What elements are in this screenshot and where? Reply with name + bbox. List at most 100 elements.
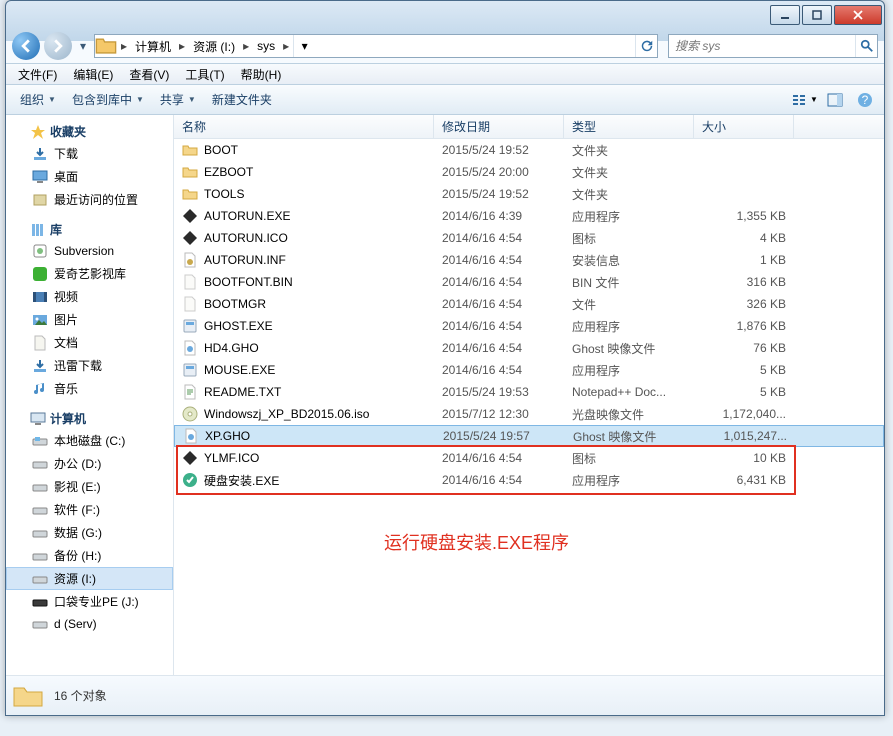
search-input[interactable]: [669, 39, 855, 53]
file-icon: [182, 362, 198, 378]
computer-icon: [30, 411, 46, 427]
file-size: 316 KB: [694, 275, 794, 289]
file-row[interactable]: AUTORUN.INF2014/6/16 4:54安装信息1 KB: [174, 249, 884, 271]
forward-button[interactable]: [44, 32, 72, 60]
file-row[interactable]: YLMF.ICO2014/6/16 4:54图标10 KB: [174, 447, 884, 469]
menu-edit[interactable]: 编辑(E): [65, 64, 121, 85]
file-row[interactable]: AUTORUN.ICO2014/6/16 4:54图标4 KB: [174, 227, 884, 249]
menu-file[interactable]: 文件(F): [10, 64, 65, 85]
organize-button[interactable]: 组织▼: [12, 88, 64, 111]
file-row[interactable]: XP.GHO2015/5/24 19:57Ghost 映像文件1,015,247…: [174, 425, 884, 447]
file-row[interactable]: Windowszj_XP_BD2015.06.iso2015/7/12 12:3…: [174, 403, 884, 425]
annotation-text: 运行硬盘安装.EXE程序: [384, 529, 569, 555]
breadcrumb-root-arrow[interactable]: ▸: [117, 35, 131, 57]
file-type: Ghost 映像文件: [564, 340, 694, 357]
sidebar-item-music[interactable]: 音乐: [6, 377, 173, 400]
include-in-library-button[interactable]: 包含到库中▼: [64, 88, 152, 111]
file-icon: [182, 384, 198, 400]
sidebar-item-drive-c[interactable]: 本地磁盘 (C:): [6, 429, 173, 452]
breadcrumb-arrow[interactable]: ▸: [239, 35, 253, 57]
navigation-pane[interactable]: 收藏夹 下载 桌面 最近访问的位置 库 Subversion 爱奇艺影视库 视频…: [6, 115, 174, 675]
menu-tools[interactable]: 工具(T): [177, 64, 232, 85]
file-row[interactable]: MOUSE.EXE2014/6/16 4:54应用程序5 KB: [174, 359, 884, 381]
file-icon: [182, 472, 198, 488]
sidebar-item-drive-f[interactable]: 软件 (F:): [6, 498, 173, 521]
column-name[interactable]: 名称: [174, 115, 434, 138]
column-date[interactable]: 修改日期: [434, 115, 564, 138]
pictures-icon: [32, 312, 48, 328]
column-type[interactable]: 类型: [564, 115, 694, 138]
sidebar-item-videos[interactable]: 视频: [6, 285, 173, 308]
sidebar-item-recent[interactable]: 最近访问的位置: [6, 188, 173, 211]
svn-icon: [32, 243, 48, 259]
back-button[interactable]: [12, 32, 40, 60]
share-button[interactable]: 共享▼: [152, 88, 204, 111]
sidebar-item-iqiyi[interactable]: 爱奇艺影视库: [6, 262, 173, 285]
file-row[interactable]: HD4.GHO2014/6/16 4:54Ghost 映像文件76 KB: [174, 337, 884, 359]
breadcrumb-drive[interactable]: 资源 (I:): [189, 35, 239, 57]
file-row[interactable]: 硬盘安装.EXE2014/6/16 4:54应用程序6,431 KB: [174, 469, 884, 491]
sidebar-item-drive-g[interactable]: 数据 (G:): [6, 521, 173, 544]
go-down-icon[interactable]: ▾: [293, 35, 315, 57]
search-icon[interactable]: [855, 35, 877, 57]
minimize-button[interactable]: [770, 5, 800, 25]
address-bar[interactable]: ▸ 计算机 ▸ 资源 (I:) ▸ sys ▸ ▾: [94, 34, 658, 58]
file-size: 6,431 KB: [694, 473, 794, 487]
sidebar-item-drive-d[interactable]: 办公 (D:): [6, 452, 173, 475]
file-list[interactable]: BOOT2015/5/24 19:52文件夹EZBOOT2015/5/24 20…: [174, 139, 884, 675]
breadcrumb-arrow[interactable]: ▸: [175, 35, 189, 57]
file-type: 应用程序: [564, 318, 694, 335]
status-count: 16 个对象: [54, 687, 107, 704]
explorer-body: 收藏夹 下载 桌面 最近访问的位置 库 Subversion 爱奇艺影视库 视频…: [6, 115, 884, 675]
sidebar-item-drive-h[interactable]: 备份 (H:): [6, 544, 173, 567]
file-date: 2014/6/16 4:54: [434, 363, 564, 377]
sidebar-item-pictures[interactable]: 图片: [6, 308, 173, 331]
help-button[interactable]: ?: [852, 89, 878, 111]
close-button[interactable]: [834, 5, 882, 25]
file-date: 2015/5/24 19:53: [434, 385, 564, 399]
file-type: 应用程序: [564, 362, 694, 379]
breadcrumb-folder[interactable]: sys: [253, 35, 279, 57]
search-box[interactable]: [668, 34, 878, 58]
sidebar-libraries-header[interactable]: 库: [6, 219, 173, 240]
sidebar-item-drive-i[interactable]: 资源 (I:): [6, 567, 173, 590]
file-size: 1,876 KB: [694, 319, 794, 333]
file-date: 2014/6/16 4:54: [434, 341, 564, 355]
sidebar-item-downloads[interactable]: 下载: [6, 142, 173, 165]
maximize-button[interactable]: [802, 5, 832, 25]
menu-bar: 文件(F) 编辑(E) 查看(V) 工具(T) 帮助(H): [6, 63, 884, 85]
file-name: AUTORUN.ICO: [204, 231, 288, 245]
sidebar-item-drive-j[interactable]: 口袋专业PE (J:): [6, 590, 173, 613]
breadcrumb-computer[interactable]: 计算机: [131, 35, 175, 57]
file-row[interactable]: TOOLS2015/5/24 19:52文件夹: [174, 183, 884, 205]
sidebar-item-thunder[interactable]: 迅雷下载: [6, 354, 173, 377]
sidebar-computer-header[interactable]: 计算机: [6, 408, 173, 429]
new-folder-button[interactable]: 新建文件夹: [204, 88, 280, 111]
file-row[interactable]: BOOTMGR2014/6/16 4:54文件326 KB: [174, 293, 884, 315]
breadcrumb-arrow[interactable]: ▸: [279, 35, 293, 57]
file-name: TOOLS: [204, 187, 244, 201]
file-icon: [182, 340, 198, 356]
sidebar-favorites-header[interactable]: 收藏夹: [6, 121, 173, 142]
refresh-icon[interactable]: [635, 35, 657, 57]
file-row[interactable]: BOOTFONT.BIN2014/6/16 4:54BIN 文件316 KB: [174, 271, 884, 293]
documents-icon: [32, 335, 48, 351]
file-date: 2015/5/24 19:52: [434, 143, 564, 157]
column-size[interactable]: 大小: [694, 115, 794, 138]
file-row[interactable]: GHOST.EXE2014/6/16 4:54应用程序1,876 KB: [174, 315, 884, 337]
sidebar-item-documents[interactable]: 文档: [6, 331, 173, 354]
menu-view[interactable]: 查看(V): [121, 64, 177, 85]
file-row[interactable]: AUTORUN.EXE2014/6/16 4:39应用程序1,355 KB: [174, 205, 884, 227]
preview-pane-button[interactable]: [822, 89, 848, 111]
file-row[interactable]: EZBOOT2015/5/24 20:00文件夹: [174, 161, 884, 183]
menu-help[interactable]: 帮助(H): [233, 64, 290, 85]
nav-history-dropdown[interactable]: ▾: [76, 34, 90, 58]
sidebar-item-desktop[interactable]: 桌面: [6, 165, 173, 188]
file-icon: [182, 142, 198, 158]
sidebar-item-drive-net[interactable]: d (Serv): [6, 613, 173, 635]
sidebar-item-drive-e[interactable]: 影视 (E:): [6, 475, 173, 498]
file-row[interactable]: README.TXT2015/5/24 19:53Notepad++ Doc..…: [174, 381, 884, 403]
file-row[interactable]: BOOT2015/5/24 19:52文件夹: [174, 139, 884, 161]
view-options-button[interactable]: ▼: [792, 89, 818, 111]
sidebar-item-subversion[interactable]: Subversion: [6, 240, 173, 262]
